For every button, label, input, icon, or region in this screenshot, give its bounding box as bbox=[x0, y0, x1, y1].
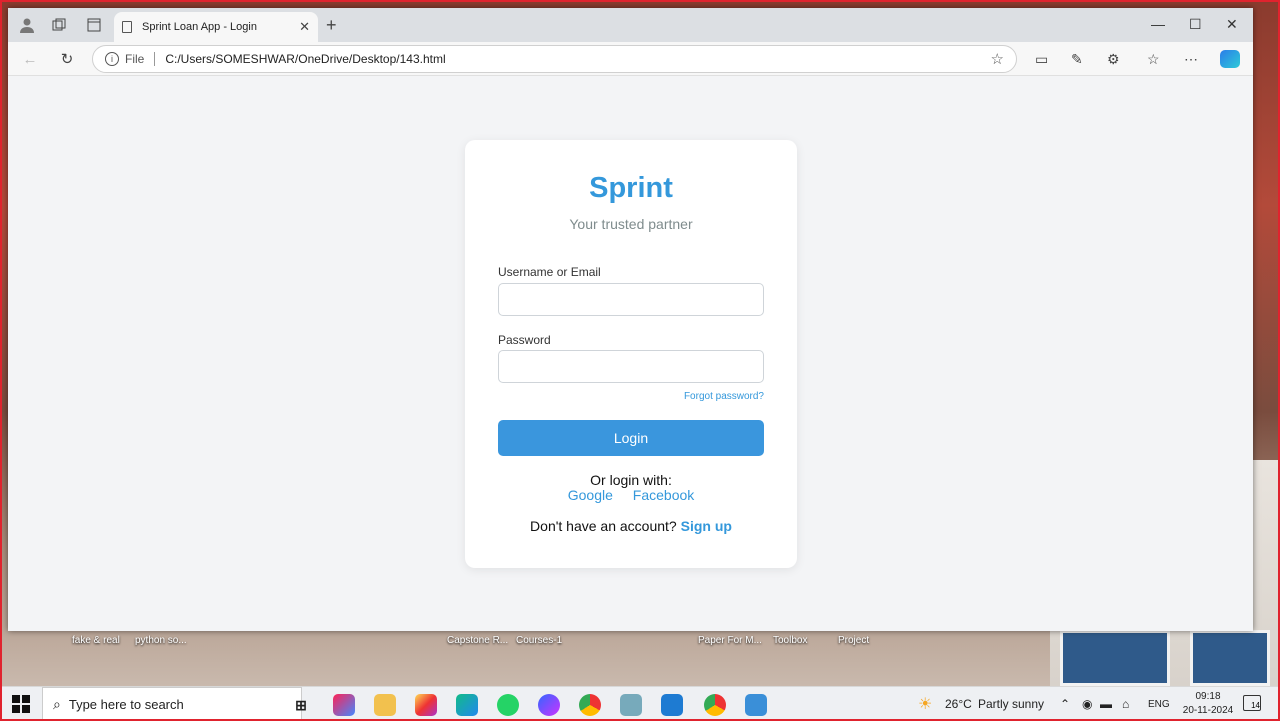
photos-icon[interactable] bbox=[745, 694, 767, 716]
network-icon[interactable]: ⌂ bbox=[1122, 697, 1129, 711]
weather-temp[interactable]: 26°C bbox=[945, 697, 972, 711]
clock[interactable]: 09:18 20-11-2024 bbox=[1178, 690, 1238, 718]
tab-bar: Sprint Loan App - Login ✕ + — ☐ ✕ bbox=[8, 8, 1253, 42]
username-field[interactable] bbox=[498, 283, 764, 316]
password-field[interactable] bbox=[498, 350, 764, 383]
address-divider bbox=[154, 52, 156, 66]
battery-icon[interactable]: ▬ bbox=[1100, 697, 1112, 711]
clock-date: 20-11-2024 bbox=[1182, 705, 1234, 716]
copilot-app-icon[interactable] bbox=[333, 694, 355, 716]
favorite-star-icon[interactable]: ☆ bbox=[991, 50, 1004, 68]
info-icon[interactable]: i bbox=[105, 52, 119, 66]
social-login-links: Google Facebook bbox=[465, 487, 797, 503]
address-bar[interactable]: i File C:/Users/SOMESHWAR/OneDrive/Deskt… bbox=[92, 45, 1017, 73]
desktop-icon-label[interactable]: fake & real bbox=[72, 635, 120, 646]
forgot-password-link[interactable]: Forgot password? bbox=[684, 391, 764, 402]
notification-icon[interactable]: 14 bbox=[1243, 695, 1261, 711]
messenger-icon[interactable] bbox=[538, 694, 560, 716]
taskbar-search[interactable]: ⌕ Type here to search bbox=[42, 687, 302, 721]
desktop-icon-label[interactable]: Project bbox=[838, 635, 869, 646]
vscode-icon[interactable] bbox=[661, 694, 683, 716]
instagram-icon[interactable] bbox=[415, 694, 437, 716]
app-icon[interactable] bbox=[620, 694, 642, 716]
meet-now-icon[interactable]: ◉ bbox=[1082, 697, 1092, 711]
chrome-icon[interactable] bbox=[579, 694, 601, 716]
edge-icon[interactable] bbox=[456, 694, 478, 716]
clock-time: 09:18 bbox=[1195, 691, 1221, 702]
or-login-with: Or login with: bbox=[590, 472, 672, 488]
browser-window: Sprint Loan App - Login ✕ + — ☐ ✕ ← ↻ i … bbox=[8, 8, 1253, 631]
screencast-icon[interactable]: ▭ bbox=[1035, 51, 1048, 68]
workspaces-icon[interactable] bbox=[49, 15, 69, 35]
tagline: Your trusted partner bbox=[569, 216, 693, 232]
address-scheme: File bbox=[125, 52, 145, 66]
file-explorer-icon[interactable] bbox=[374, 694, 396, 716]
google-login-link[interactable]: Google bbox=[568, 487, 613, 503]
back-icon[interactable]: ← bbox=[20, 49, 40, 69]
signup-row: Don't have an account? Sign up bbox=[465, 518, 797, 534]
weather-text[interactable]: Partly sunny bbox=[978, 697, 1044, 711]
profile-icon[interactable] bbox=[17, 15, 37, 35]
desktop-icon-label[interactable]: Toolbox bbox=[773, 635, 807, 646]
desktop-icon-labels: fake & real python so... Capstone R... C… bbox=[0, 630, 1280, 686]
task-view-icon[interactable]: ⊞ bbox=[290, 694, 312, 716]
language-indicator[interactable]: ENG bbox=[1148, 699, 1170, 710]
tab-actions-icon[interactable] bbox=[84, 15, 104, 35]
weather-icon[interactable]: ☀ bbox=[918, 694, 932, 714]
desktop-icon-label[interactable]: Paper For M... bbox=[698, 635, 762, 646]
maximize-icon[interactable]: ☐ bbox=[1189, 16, 1202, 33]
refresh-icon[interactable]: ↻ bbox=[57, 49, 77, 69]
new-tab-icon[interactable]: + bbox=[326, 16, 337, 34]
password-label: Password bbox=[498, 333, 551, 347]
chrome-profile-icon[interactable] bbox=[704, 694, 726, 716]
favorites-icon[interactable]: ☆ bbox=[1147, 51, 1160, 68]
desktop-icon-label[interactable]: Courses-1 bbox=[516, 635, 562, 646]
desktop-icon-label[interactable]: python so... bbox=[135, 635, 187, 646]
search-icon: ⌕ bbox=[53, 696, 61, 712]
notification-count: 14 bbox=[1251, 701, 1260, 710]
more-menu-icon[interactable]: ⋯ bbox=[1184, 51, 1198, 68]
start-icon[interactable] bbox=[12, 695, 30, 713]
minimize-icon[interactable]: — bbox=[1151, 16, 1165, 32]
show-hidden-icons-icon[interactable]: ⌃ bbox=[1060, 697, 1070, 711]
tab-active[interactable]: Sprint Loan App - Login ✕ bbox=[114, 12, 318, 42]
desktop-icon-label[interactable]: Capstone R... bbox=[447, 635, 508, 646]
page-viewport: Sprint Your trusted partner Username or … bbox=[8, 77, 1253, 631]
tab-title: Sprint Loan App - Login bbox=[142, 21, 257, 33]
close-tab-icon[interactable]: ✕ bbox=[299, 19, 310, 35]
login-button[interactable]: Login bbox=[498, 420, 764, 456]
signup-link[interactable]: Sign up bbox=[681, 518, 732, 534]
address-url[interactable]: C:/Users/SOMESHWAR/OneDrive/Desktop/143.… bbox=[165, 52, 445, 66]
search-placeholder: Type here to search bbox=[68, 697, 184, 712]
close-window-icon[interactable]: ✕ bbox=[1226, 16, 1238, 33]
page-icon bbox=[122, 21, 132, 33]
username-label: Username or Email bbox=[498, 265, 601, 279]
login-card: Sprint Your trusted partner Username or … bbox=[465, 140, 797, 568]
brand-title: Sprint bbox=[589, 172, 673, 204]
taskbar: ⌕ Type here to search ⊞ ☀ 26°C Partly su… bbox=[0, 686, 1280, 721]
no-account-text: Don't have an account? bbox=[530, 518, 677, 534]
facebook-login-link[interactable]: Facebook bbox=[633, 487, 694, 503]
extensions-icon[interactable]: ⚙ bbox=[1107, 51, 1120, 68]
pen-icon[interactable]: ✎ bbox=[1071, 51, 1083, 68]
whatsapp-icon[interactable] bbox=[497, 694, 519, 716]
browser-toolbar: ← ↻ i File C:/Users/SOMESHWAR/OneDrive/D… bbox=[8, 42, 1253, 76]
copilot-icon[interactable] bbox=[1220, 50, 1240, 68]
